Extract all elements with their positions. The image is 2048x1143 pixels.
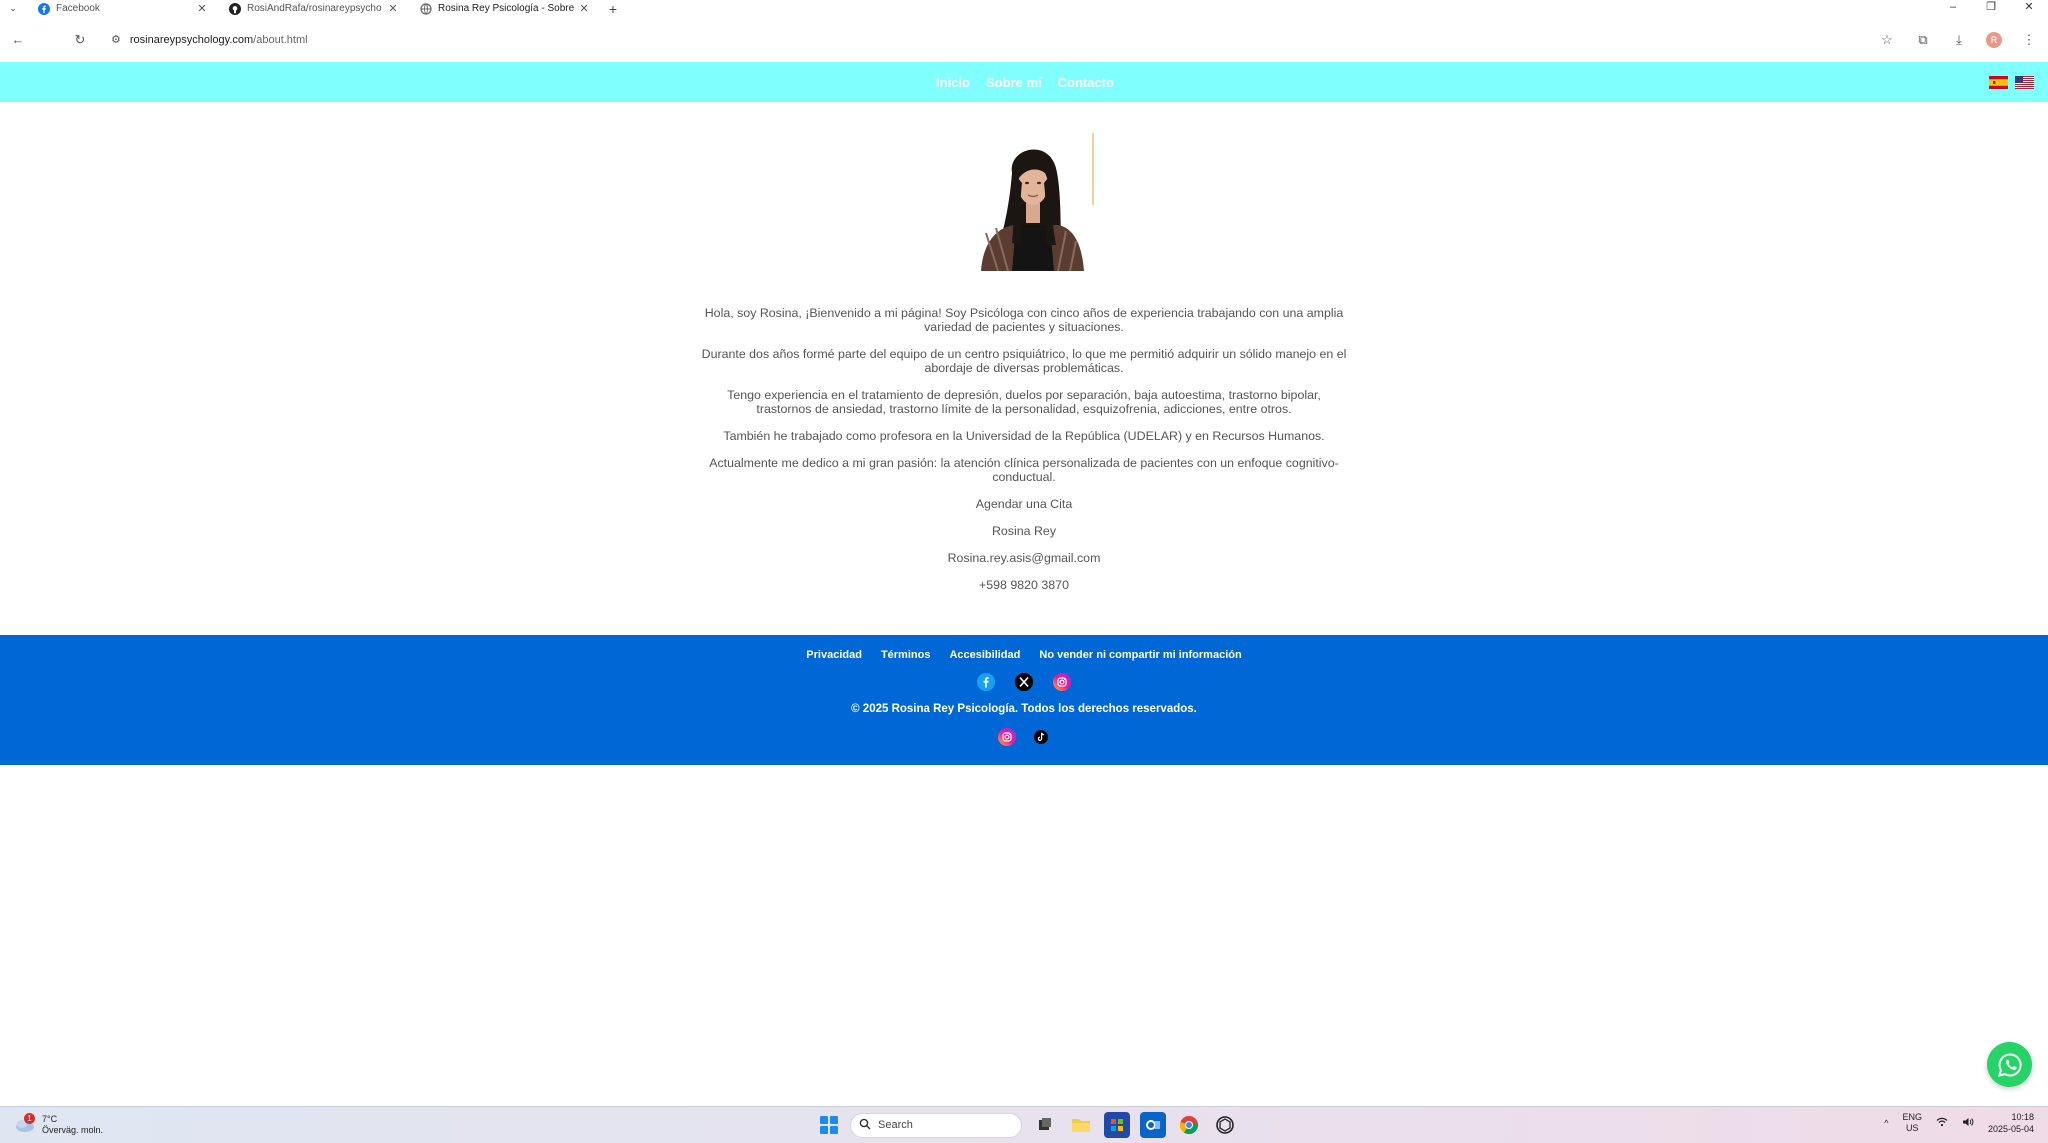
tab-title: Rosina Rey Psicología - Sobre (438, 3, 575, 14)
about-paragraph-current: Actualmente me dedico a mi gran pasión: … (709, 456, 1339, 484)
copyright-text: © 2025 Rosina Rey Psicología. Todos los … (851, 703, 1197, 715)
clock-time: 10:18 (2011, 1112, 2034, 1122)
chrome-icon[interactable] (1176, 1112, 1202, 1138)
contact-phone[interactable]: +598 9820 3870 (700, 578, 1348, 592)
contact-email[interactable]: Rosina.rey.asis@gmail.com (700, 551, 1348, 565)
profile-photo (981, 133, 1094, 271)
close-icon[interactable]: ✕ (577, 2, 591, 15)
close-window-icon[interactable]: ✕ (2010, 0, 2048, 17)
reload-icon[interactable]: ↻ (67, 27, 93, 53)
nav-link-inicio[interactable]: Inicio (936, 75, 970, 90)
weather-temp: 7°C (42, 1114, 58, 1124)
globe-icon (420, 2, 432, 15)
about-paragraph-experience: Durante dos años formé parte del equipo … (701, 347, 1347, 375)
tab-title: RosiAndRafa/rosinareypsycho (247, 3, 382, 14)
about-paragraph-intro: Hola, soy Rosina, ¡Bienvenido a mi págin… (704, 306, 1344, 334)
weather-text: 7°C Överväg. moln. (42, 1114, 103, 1136)
footer-link-do-not-sell[interactable]: No vender ni compartir mi información (1039, 649, 1241, 661)
chevron-up-icon[interactable]: ^ (1884, 1118, 1888, 1128)
about-paragraph-treatments: Tengo experiencia en el tratamiento de d… (727, 388, 1321, 416)
footer-link-terms[interactable]: Términos (881, 649, 931, 661)
footer-social-icons (0, 673, 2048, 691)
language-switcher (1989, 76, 2034, 89)
tab-list-button[interactable]: ⌄ (0, 0, 26, 17)
close-icon[interactable]: ✕ (386, 2, 400, 15)
url-domain: rosinareypsychology.com (129, 33, 254, 46)
github-icon (229, 2, 241, 15)
language-code: ENG (1902, 1112, 1922, 1122)
weather-widget[interactable]: 1 7°C Överväg. moln. (14, 1113, 103, 1136)
facebook-icon (38, 2, 50, 15)
chatgpt-icon[interactable] (1212, 1112, 1238, 1138)
facebook-icon[interactable] (977, 673, 995, 691)
usa-flag-icon[interactable] (2015, 76, 2034, 89)
address-bar: ← ↻ ⚙ rosinareypsychology.com/about.html… (0, 17, 2048, 62)
search-icon (859, 1118, 871, 1133)
site-info-icon[interactable]: ⚙ (111, 33, 121, 46)
toolbar-actions: ☆ ⧉ ⤓ R ⋮ (1878, 17, 2038, 62)
tiktok-icon[interactable] (1032, 728, 1050, 746)
tab-title: Facebook (56, 3, 100, 14)
close-icon[interactable]: ✕ (195, 2, 209, 15)
store-icon[interactable] (1104, 1112, 1130, 1138)
task-view-icon[interactable] (1032, 1112, 1058, 1138)
appointment-link[interactable]: Agendar una Cita (700, 497, 1348, 511)
url-path: /about.html (253, 33, 308, 46)
extensions-icon[interactable]: ⧉ (1914, 32, 1932, 48)
wifi-icon[interactable] (1936, 1117, 1948, 1129)
footer-link-accessibility[interactable]: Accesibilidad (949, 649, 1020, 661)
about-content: Hola, soy Rosina, ¡Bienvenido a mi págin… (700, 306, 1348, 605)
browser-tab-bar: ⌄ Facebook ✕ RosiAndRafa/rosinareypsycho… (0, 0, 2048, 17)
weather-badge: 1 (24, 1113, 35, 1124)
bookmark-star-icon[interactable]: ☆ (1878, 32, 1896, 48)
new-tab-button[interactable]: + (603, 1, 623, 17)
tab-rosina-rey[interactable]: Rosina Rey Psicología - Sobre ✕ (408, 0, 599, 17)
input-language[interactable]: ENG US (1902, 1112, 1922, 1134)
instagram-icon[interactable] (1053, 673, 1071, 691)
clock-date: 2025-05-04 (1987, 1124, 2034, 1134)
search-placeholder: Search (878, 1119, 913, 1131)
os-taskbar: 1 7°C Överväg. moln. Search ^ ENG US 10:… (0, 1106, 2048, 1143)
keyboard-layout: US (1905, 1123, 1919, 1133)
footer-links: Privacidad Términos Accesibilidad No ven… (0, 649, 2048, 661)
about-paragraph-teaching: También he trabajado como profesora en l… (723, 429, 1325, 443)
windows-start-icon[interactable] (818, 1114, 840, 1136)
file-explorer-icon[interactable] (1068, 1112, 1094, 1138)
whatsapp-icon (1997, 1052, 2022, 1077)
footer-link-privacy[interactable]: Privacidad (806, 649, 862, 661)
window-controls: – ❐ ✕ (1934, 0, 2048, 17)
whatsapp-button[interactable] (1987, 1042, 2032, 1087)
downloads-icon[interactable]: ⤓ (1950, 32, 1968, 48)
profile-avatar[interactable]: R (1986, 31, 2002, 48)
back-icon[interactable]: ← (5, 27, 31, 53)
menu-dots-icon[interactable]: ⋮ (2020, 32, 2038, 48)
nav-link-sobre-mi[interactable]: Sobre mí (986, 75, 1042, 90)
x-icon[interactable] (1015, 673, 1033, 691)
nav-link-contacto[interactable]: Contacto (1058, 75, 1114, 90)
main-nav: Inicio Sobre mí Contacto (0, 62, 2048, 102)
system-tray: ^ ENG US 10:18 2025-05-04 (1884, 1111, 2034, 1135)
tab-github[interactable]: RosiAndRafa/rosinareypsycho ✕ (217, 0, 408, 17)
minimize-icon[interactable]: – (1934, 0, 1972, 17)
spain-flag-icon[interactable] (1989, 76, 2008, 89)
volume-icon[interactable] (1962, 1117, 1974, 1129)
system-clock[interactable]: 10:18 2025-05-04 (1988, 1111, 2034, 1135)
cloud-icon: 1 (14, 1113, 36, 1133)
restore-icon[interactable]: ❐ (1972, 0, 2010, 17)
taskbar-apps: Search (818, 1112, 1238, 1138)
footer-social-icons-secondary (0, 728, 2048, 746)
contact-name: Rosina Rey (991, 524, 1057, 538)
weather-description: Överväg. moln. (42, 1125, 104, 1135)
outlook-icon[interactable] (1140, 1112, 1166, 1138)
instagram-icon[interactable] (998, 728, 1016, 746)
site-footer: Privacidad Términos Accesibilidad No ven… (0, 635, 2048, 765)
site-header: Inicio Sobre mí Contacto (0, 62, 2048, 102)
taskbar-search[interactable]: Search (850, 1112, 1022, 1138)
url-field[interactable]: rosinareypsychology.com/about.html (130, 34, 308, 46)
tab-facebook[interactable]: Facebook ✕ (26, 0, 217, 17)
